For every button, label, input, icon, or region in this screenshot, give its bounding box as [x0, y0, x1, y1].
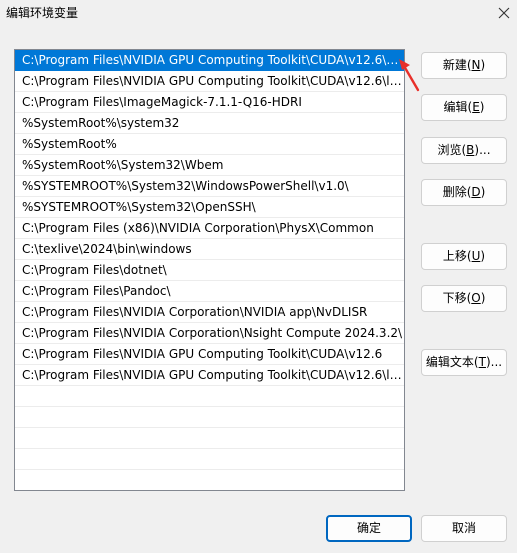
path-list-item[interactable]: C:\Program Files\NVIDIA GPU Computing To… [15, 50, 404, 71]
close-button[interactable] [490, 0, 517, 26]
path-list-item[interactable]: C:\Program Files\ImageMagick-7.1.1-Q16-H… [15, 92, 404, 113]
empty-list-row[interactable] [15, 386, 404, 407]
path-list-item[interactable]: C:\Program Files (x86)\NVIDIA Corporatio… [15, 218, 404, 239]
path-list-item[interactable]: C:\texlive\2024\bin\windows [15, 239, 404, 260]
empty-list-row[interactable] [15, 407, 404, 428]
empty-list-row[interactable] [15, 470, 404, 490]
move-up-button[interactable]: 上移(U) [421, 243, 507, 270]
browse-button[interactable]: 浏览(B)... [421, 137, 507, 164]
path-list-item[interactable]: %SYSTEMROOT%\System32\OpenSSH\ [15, 197, 404, 218]
window-title: 编辑环境变量 [6, 6, 79, 20]
path-list-item[interactable]: C:\Program Files\NVIDIA GPU Computing To… [15, 344, 404, 365]
move-down-button[interactable]: 下移(O) [421, 285, 507, 312]
path-list-item[interactable]: %SystemRoot% [15, 134, 404, 155]
path-listbox[interactable]: C:\Program Files\NVIDIA GPU Computing To… [14, 49, 405, 491]
edit-text-button[interactable]: 编辑文本(T)... [421, 349, 507, 376]
path-list-item[interactable]: %SystemRoot%\system32 [15, 113, 404, 134]
path-list-item[interactable]: C:\Program Files\NVIDIA GPU Computing To… [15, 365, 404, 386]
path-list-item[interactable]: %SystemRoot%\System32\Wbem [15, 155, 404, 176]
close-icon [498, 7, 509, 19]
path-list-item[interactable]: C:\Program Files\dotnet\ [15, 260, 404, 281]
path-list-item[interactable]: C:\Program Files\NVIDIA Corporation\Nsig… [15, 323, 404, 344]
cancel-button[interactable]: 取消 [421, 515, 507, 542]
path-list-item[interactable]: %SYSTEMROOT%\System32\WindowsPowerShell\… [15, 176, 404, 197]
path-list-item[interactable]: C:\Program Files\NVIDIA Corporation\NVID… [15, 302, 404, 323]
ok-button[interactable]: 确定 [326, 515, 412, 542]
path-list-item[interactable]: C:\Program Files\Pandoc\ [15, 281, 404, 302]
empty-list-row[interactable] [15, 449, 404, 470]
edit-button[interactable]: 编辑(E) [421, 94, 507, 121]
new-button[interactable]: 新建(N) [421, 52, 507, 79]
path-list-item[interactable]: C:\Program Files\NVIDIA GPU Computing To… [15, 71, 404, 92]
empty-list-row[interactable] [15, 428, 404, 449]
delete-button[interactable]: 删除(D) [421, 179, 507, 206]
